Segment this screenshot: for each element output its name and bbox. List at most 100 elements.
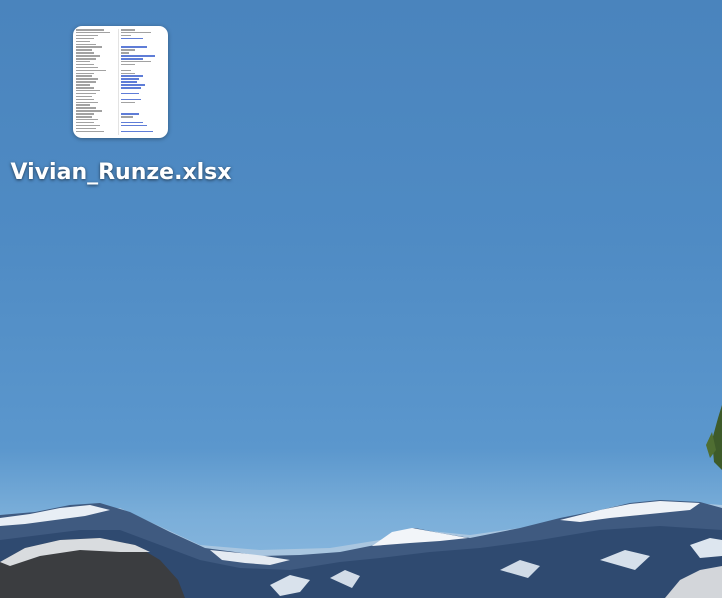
thumbnail-cell	[121, 31, 151, 34]
thumbnail-row	[76, 29, 165, 31]
thumbnail-row	[76, 104, 165, 106]
thumbnail-rows	[76, 29, 165, 135]
thumbnail-row	[76, 113, 165, 115]
thumbnail-row	[76, 101, 165, 104]
thumbnail-cell	[76, 104, 90, 106]
thumbnail-cell	[121, 69, 131, 72]
thumbnail-cell	[121, 58, 143, 60]
thumbnail-cell	[121, 55, 155, 57]
thumbnail-cell	[121, 60, 151, 63]
thumbnail-cell	[76, 101, 98, 103]
thumbnail-cell	[121, 124, 147, 127]
thumbnail-cell	[121, 101, 135, 103]
file-icon-vivian-runze-xlsx[interactable]: Vivian_Runze.xlsx	[8, 22, 234, 194]
thumbnail-row	[76, 40, 165, 43]
thumbnail-cell	[76, 127, 96, 130]
desktop[interactable]: Vivian_Runze.xlsx	[0, 0, 722, 598]
thumbnail-row	[76, 75, 165, 77]
thumbnail-row	[76, 110, 165, 112]
thumbnail-row	[76, 92, 165, 95]
thumbnail-cell	[76, 58, 96, 60]
thumbnail-row	[76, 43, 165, 46]
thumbnail-cell	[121, 72, 135, 74]
thumbnail-cell	[76, 46, 102, 48]
thumbnail-cell	[121, 113, 139, 115]
thumbnail-cell	[76, 66, 98, 69]
thumbnail-cell	[121, 98, 141, 101]
thumbnail-cell	[121, 29, 135, 31]
thumbnail-row	[76, 46, 165, 48]
thumbnail-cell	[76, 60, 90, 63]
thumbnail-row	[76, 63, 165, 66]
thumbnail-row	[76, 60, 165, 63]
thumbnail-cell	[76, 107, 96, 109]
thumbnail-cell	[121, 63, 135, 66]
thumbnail-cell	[76, 118, 98, 121]
thumbnail-cell	[76, 89, 100, 92]
thumbnail-row	[76, 89, 165, 92]
thumbnail-cell	[121, 116, 133, 118]
thumbnail-row	[76, 116, 165, 118]
thumbnail-cell	[76, 84, 90, 86]
thumbnail-row	[76, 87, 165, 89]
thumbnail-cell	[76, 29, 104, 31]
xlsx-file-thumbnail-icon	[73, 26, 168, 138]
thumbnail-cell	[76, 52, 94, 54]
thumbnail-cell	[76, 92, 96, 95]
thumbnail-cell	[121, 52, 129, 54]
thumbnail-cell	[76, 43, 96, 45]
thumbnail-cell	[76, 75, 92, 77]
thumbnail-cell	[76, 49, 92, 51]
file-name-label: Vivian_Runze.xlsx	[10, 160, 232, 185]
thumbnail-cell	[76, 31, 110, 34]
thumbnail-cell	[121, 37, 143, 40]
thumbnail-cell	[121, 130, 153, 132]
thumbnail-cell	[76, 116, 92, 118]
thumbnail-row	[76, 66, 165, 69]
thumbnail-cell	[76, 121, 94, 124]
thumbnail-row	[76, 49, 165, 51]
thumbnail-cell	[76, 34, 98, 37]
thumbnail-cell	[76, 98, 94, 101]
thumbnail-cell	[121, 87, 141, 89]
thumbnail-cell	[76, 130, 104, 132]
thumbnail-row	[76, 78, 165, 80]
thumbnail-cell	[121, 34, 131, 37]
thumbnail-row	[76, 55, 165, 57]
thumbnail-cell	[121, 46, 147, 48]
thumbnail-row	[76, 98, 165, 101]
thumbnail-cell	[121, 84, 145, 86]
thumbnail-row	[76, 95, 165, 98]
thumbnail-cell	[76, 78, 98, 80]
thumbnail-cell	[121, 75, 143, 77]
thumbnail-row	[76, 31, 165, 34]
thumbnail-row	[76, 118, 165, 121]
thumbnail-cell	[76, 110, 102, 112]
thumbnail-cell	[76, 55, 100, 57]
thumbnail-cell	[76, 72, 94, 74]
thumbnail-cell	[76, 63, 94, 66]
thumbnail-row	[76, 124, 165, 127]
thumbnail-row	[76, 81, 165, 83]
thumbnail-cell	[121, 121, 143, 124]
thumbnail-cell	[121, 81, 137, 83]
thumbnail-cell	[76, 40, 90, 43]
thumbnail-row	[76, 69, 165, 72]
thumbnail-row	[76, 107, 165, 109]
thumbnail-row	[76, 84, 165, 86]
thumbnail-row	[76, 72, 165, 75]
thumbnail-cell	[121, 92, 139, 95]
thumbnail-cell	[121, 78, 139, 80]
thumbnail-row	[76, 127, 165, 130]
thumbnail-cell	[121, 49, 135, 51]
thumbnail-cell	[76, 95, 92, 98]
thumbnail-row	[76, 58, 165, 60]
thumbnail-row	[76, 37, 165, 40]
thumbnail-cell	[76, 69, 106, 72]
thumbnail-cell	[76, 124, 100, 127]
thumbnail-cell	[76, 37, 94, 40]
thumbnail-row	[76, 121, 165, 124]
thumbnail-cell	[76, 81, 96, 83]
thumbnail-row	[76, 130, 165, 133]
thumbnail-row	[76, 34, 165, 37]
